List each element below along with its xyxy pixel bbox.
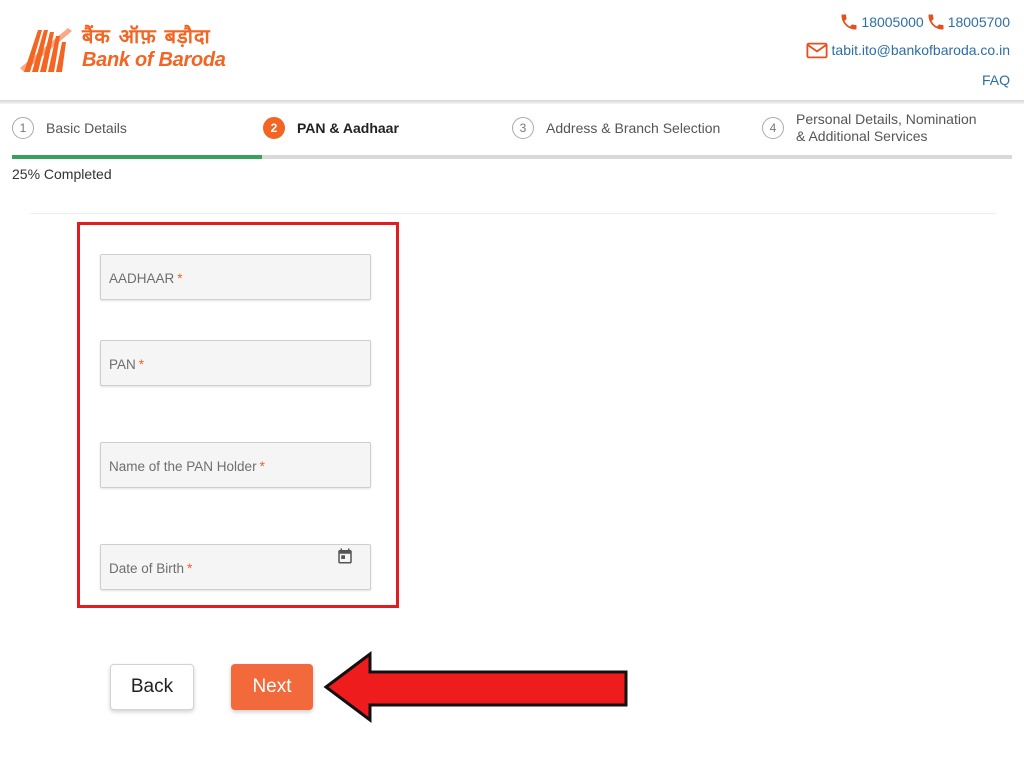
pan-input[interactable]: PAN * — [100, 340, 371, 386]
pan-holder-name-field[interactable] — [101, 443, 370, 487]
phone-number-1: 18005000 — [861, 14, 924, 30]
step-number: 4 — [762, 117, 784, 139]
pan-field[interactable] — [101, 341, 370, 385]
step-label: Address & Branch Selection — [546, 120, 721, 136]
step-label: Personal Details, Nomination & Additiona… — [796, 111, 977, 145]
step-basic-details[interactable]: 1 Basic Details — [12, 108, 127, 148]
aadhaar-input[interactable]: AADHAAR * — [100, 254, 371, 300]
progress-bar-fill — [12, 155, 262, 159]
step-number: 2 — [263, 117, 285, 139]
email-link[interactable]: tabit.ito@bankofbaroda.co.in — [806, 40, 1010, 60]
pointer-arrow-icon — [323, 651, 628, 723]
bank-logo[interactable]: बैंक ऑफ़ बड़ौदा Bank of Baroda — [18, 22, 226, 74]
step-number: 3 — [512, 117, 534, 139]
phone-icon — [928, 14, 944, 30]
step-address-branch[interactable]: 3 Address & Branch Selection — [512, 108, 720, 148]
calendar-icon[interactable] — [336, 547, 354, 565]
application-stepper: 1 Basic Details 2 PAN & Aadhaar 3 Addres… — [12, 108, 1012, 154]
baroda-sun-icon — [20, 28, 72, 72]
brand-name-english: Bank of Baroda — [82, 49, 226, 71]
faq-link[interactable]: FAQ — [806, 72, 1010, 88]
step-label-line-1: Personal Details, Nomination — [796, 111, 977, 127]
step-label: PAN & Aadhaar — [297, 120, 399, 136]
back-button[interactable]: Back — [110, 664, 194, 710]
email-address: tabit.ito@bankofbaroda.co.in — [831, 42, 1010, 58]
date-of-birth-input[interactable]: Date of Birth * — [100, 544, 371, 590]
aadhaar-field[interactable] — [101, 255, 370, 299]
step-pan-aadhaar[interactable]: 2 PAN & Aadhaar — [263, 108, 399, 148]
mail-icon — [806, 42, 828, 58]
progress-text: 25% Completed — [12, 166, 112, 182]
date-of-birth-field[interactable] — [101, 545, 370, 589]
step-label-line-2: & Additional Services — [796, 128, 928, 144]
phone-icon — [841, 14, 857, 30]
step-label: Basic Details — [46, 120, 127, 136]
progress-bar — [12, 155, 1012, 159]
header-divider — [0, 100, 1024, 104]
phone-link-2[interactable]: 18005700 — [926, 12, 1010, 32]
pan-holder-name-input[interactable]: Name of the PAN Holder * — [100, 442, 371, 488]
step-number: 1 — [12, 117, 34, 139]
brand-name-hindi: बैंक ऑफ़ बड़ौदा — [82, 24, 211, 48]
section-divider — [30, 213, 996, 214]
next-button[interactable]: Next — [231, 664, 313, 710]
contact-panel: 18005000 18005700 tabit.ito@bankofbaroda… — [806, 12, 1010, 88]
phone-number-2: 18005700 — [947, 14, 1010, 30]
phone-link-1[interactable]: 18005000 — [839, 12, 924, 32]
step-personal-details[interactable]: 4 Personal Details, Nomination & Additio… — [762, 108, 977, 148]
